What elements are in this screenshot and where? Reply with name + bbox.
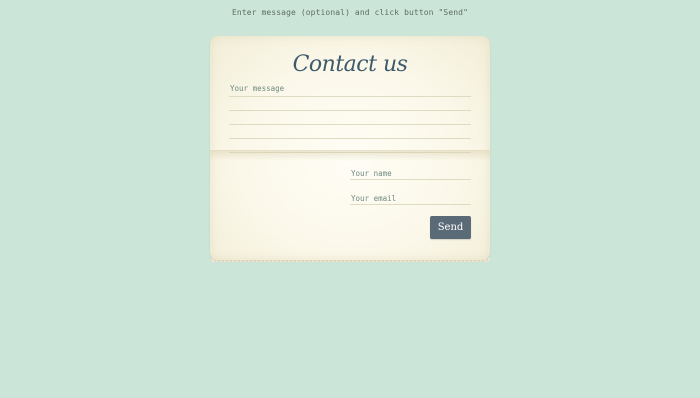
instruction-text: Enter message (optional) and click butto… [232, 8, 468, 17]
message-rule-line [229, 125, 471, 139]
name-field[interactable]: Your name [350, 165, 471, 180]
name-placeholder: Your name [351, 169, 392, 178]
message-rule-line [229, 111, 471, 125]
paper-fold [210, 150, 490, 161]
email-placeholder: Your email [351, 194, 397, 203]
email-field[interactable]: Your email [350, 190, 471, 205]
message-placeholder: Your message [230, 84, 285, 93]
message-rule-line [229, 97, 471, 111]
contact-form-card: Contact us Your message Your name Your e… [210, 36, 490, 262]
form-title: Contact us [292, 52, 408, 77]
send-button[interactable]: Send [430, 216, 471, 239]
message-textarea[interactable]: Your message [229, 83, 471, 153]
